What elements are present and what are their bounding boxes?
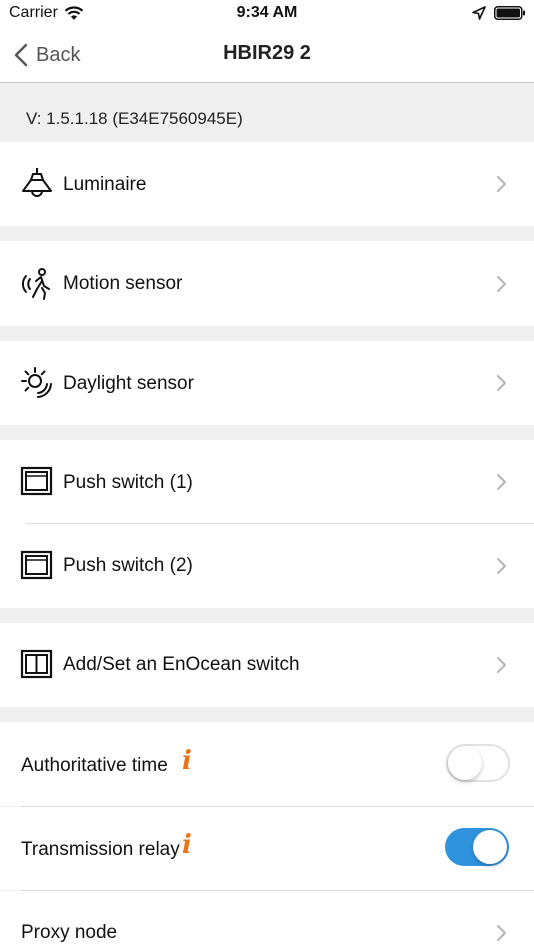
daylight-sensor-icon (21, 367, 52, 398)
chevron-right-icon (496, 175, 507, 193)
toggle-knob (473, 830, 507, 864)
list-item-label: Add/Set an EnOcean switch (63, 654, 300, 675)
double-switch-icon (20, 649, 53, 679)
transmission-relay-toggle[interactable] (445, 828, 509, 866)
chevron-right-icon (496, 557, 507, 575)
version-text: V: 1.5.1.18 (E34E7560945E) (26, 109, 243, 128)
list-item-push-switch-2[interactable]: Push switch (2) (0, 524, 534, 608)
toggle-knob (448, 746, 482, 780)
chevron-right-icon (496, 924, 507, 942)
list-item-proxy-node[interactable]: Proxy node (0, 891, 534, 950)
chevron-right-icon (496, 275, 507, 293)
list-item-enocean-switch[interactable]: Add/Set an EnOcean switch (0, 623, 534, 707)
chevron-right-icon (496, 656, 507, 674)
info-icon[interactable]: i (182, 830, 192, 860)
list-item-label: Daylight sensor (63, 373, 194, 394)
ceiling-lamp-icon (22, 168, 52, 197)
navigation-bar: Back HBIR29 2 (0, 28, 534, 83)
list-item-daylight-sensor[interactable]: Daylight sensor (0, 341, 534, 425)
authoritative-time-toggle[interactable] (446, 744, 510, 782)
list-item-label: Luminaire (63, 174, 147, 195)
motion-sensor-icon (22, 268, 50, 300)
info-icon[interactable]: i (182, 746, 192, 776)
battery-icon (494, 6, 525, 20)
push-switch-icon (20, 550, 53, 580)
clock: 9:34 AM (236, 4, 298, 21)
version-header: V: 1.5.1.18 (E34E7560945E) (0, 83, 534, 142)
list-item-label: Push switch (2) (63, 555, 193, 576)
setting-authoritative-time: Authoritative time i (0, 722, 534, 806)
setting-label: Transmission relay (21, 839, 180, 860)
setting-label: Proxy node (21, 922, 118, 943)
list-item-label: Motion sensor (63, 273, 183, 294)
back-label: Back (36, 43, 81, 66)
location-arrow-icon (472, 6, 486, 20)
list-item-motion-sensor[interactable]: Motion sensor (0, 241, 534, 326)
status-bar: Carrier 9:34 AM (0, 0, 534, 28)
list-item-label: Push switch (1) (63, 472, 193, 493)
chevron-left-icon (14, 43, 28, 67)
list-item-luminaire[interactable]: Luminaire (0, 142, 534, 226)
setting-transmission-relay: Transmission relay i (0, 807, 534, 890)
list-item-push-switch-1[interactable]: Push switch (1) (0, 440, 534, 524)
back-button[interactable]: Back (14, 40, 80, 70)
push-switch-icon (20, 466, 53, 496)
chevron-right-icon (496, 374, 507, 392)
setting-label: Authoritative time (21, 755, 168, 776)
chevron-right-icon (496, 473, 507, 491)
